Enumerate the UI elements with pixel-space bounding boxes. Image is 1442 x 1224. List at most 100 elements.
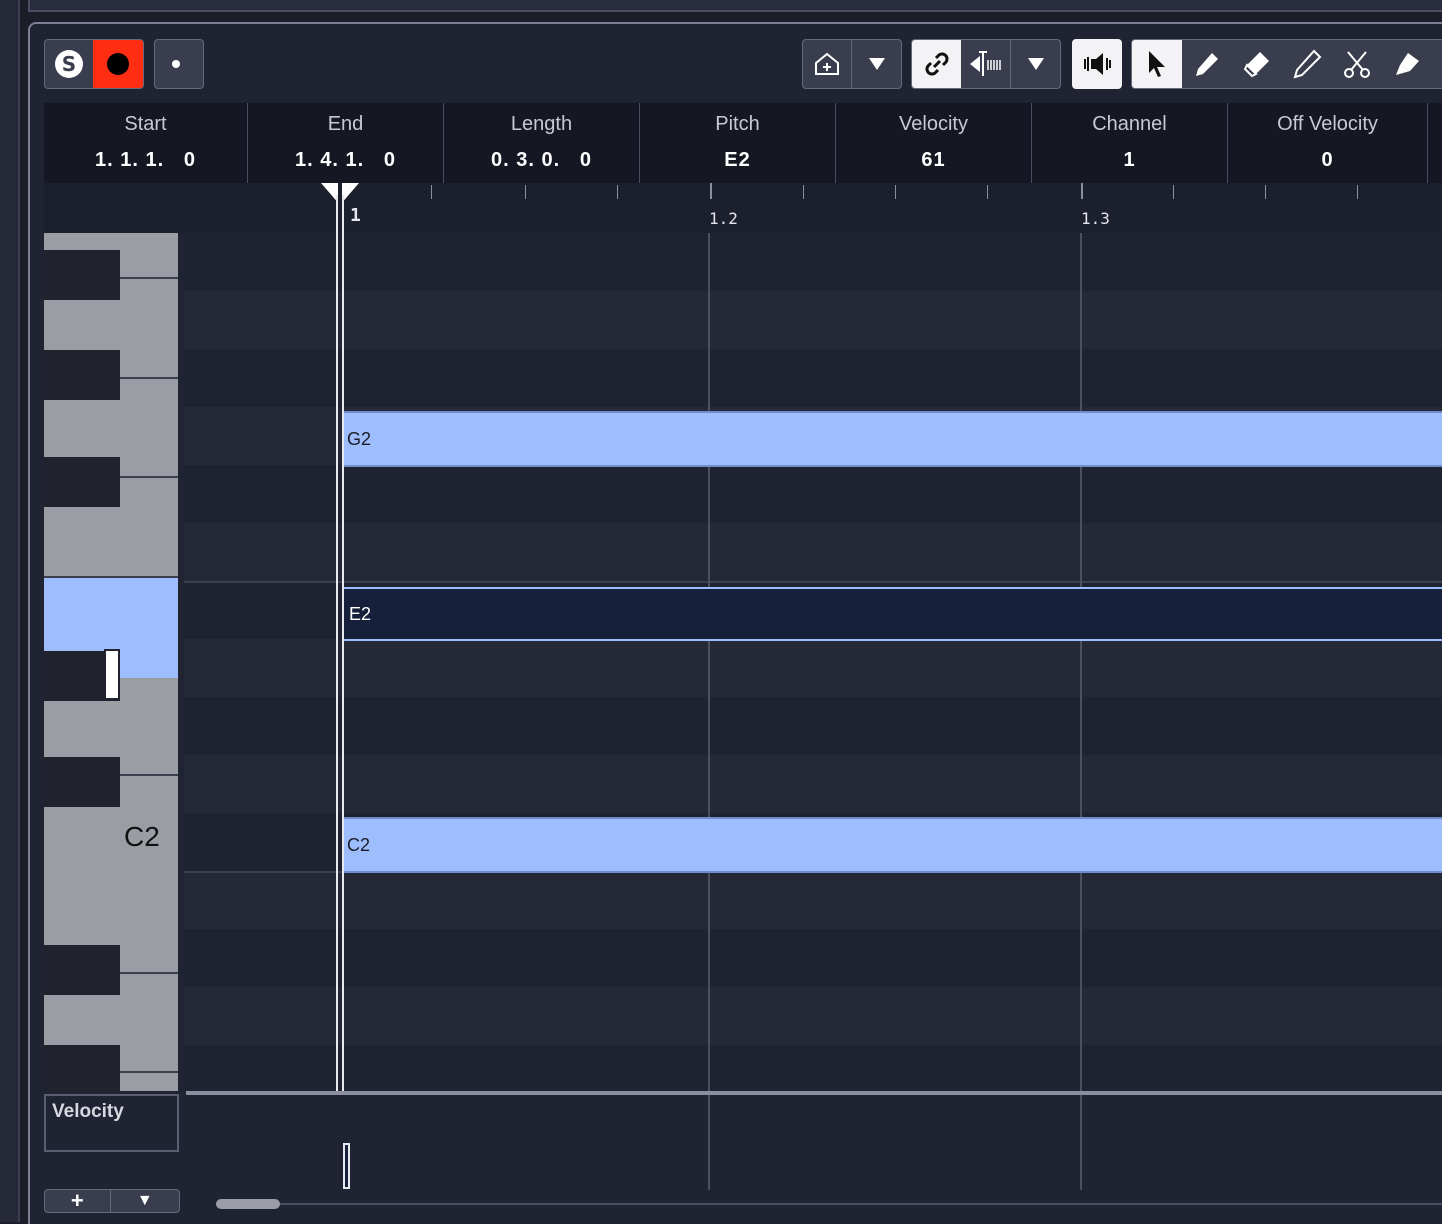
lane-menu-button[interactable]: ▼ — [111, 1190, 179, 1212]
info-velocity[interactable]: Velocity 61 — [836, 103, 1032, 183]
note-grid[interactable]: G2 E2 C2 — [184, 233, 1442, 1091]
ruler-tick — [525, 185, 526, 199]
info-length[interactable]: Length 0. 3. 0. 0 — [444, 103, 640, 183]
ruler-mark-label: 1.2 — [709, 209, 738, 228]
split-icon — [1344, 51, 1370, 78]
ruler-tick — [987, 185, 988, 199]
ruler-tick — [895, 185, 896, 199]
black-key[interactable] — [44, 457, 120, 507]
key-divider — [120, 377, 178, 379]
controller-lane-label-box[interactable]: Velocity — [44, 1094, 179, 1152]
midi-note-c2[interactable]: C2 — [342, 817, 1442, 873]
velocity-lane[interactable] — [184, 1095, 1442, 1190]
snap-icon — [969, 51, 1001, 76]
beat-gridline — [1080, 1095, 1082, 1190]
black-key[interactable] — [44, 1045, 120, 1091]
pitch-lane — [184, 1045, 1442, 1091]
trim-tool[interactable] — [1282, 40, 1332, 88]
home-icon — [815, 52, 839, 75]
pitch-lane — [184, 871, 1442, 931]
midi-note-g2[interactable]: G2 — [342, 411, 1442, 467]
info-end-value[interactable]: 1. 4. 1. 0 — [248, 149, 443, 172]
lane-controls: + ▼ — [44, 1189, 180, 1213]
info-pitch[interactable]: Pitch E2 — [640, 103, 836, 183]
info-end[interactable]: End 1. 4. 1. 0 — [248, 103, 444, 183]
black-key[interactable] — [44, 350, 120, 400]
solo-button[interactable]: S — [45, 40, 94, 88]
trim-icon — [1293, 49, 1322, 79]
horizontal-scroll-track[interactable] — [216, 1203, 1442, 1205]
glue-icon — [1396, 53, 1419, 75]
ruler-tick — [1081, 183, 1083, 199]
black-key[interactable] — [44, 945, 120, 995]
note-label: G2 — [347, 428, 372, 449]
glue-tool[interactable] — [1382, 40, 1432, 88]
info-off-velocity-label: Off Velocity — [1277, 113, 1378, 135]
ruler-tick — [1357, 185, 1358, 199]
beat-gridline — [1080, 233, 1082, 1091]
black-key[interactable] — [44, 250, 120, 300]
octave-label-c2: C2 — [124, 821, 160, 852]
info-channel-value[interactable]: 1 — [1032, 149, 1227, 172]
toolbar-home-button[interactable] — [803, 40, 853, 88]
object-selection-tool[interactable] — [1132, 40, 1182, 88]
velocity-bar[interactable] — [343, 1143, 350, 1189]
monitor-button[interactable] — [154, 39, 204, 89]
info-end-label: End — [327, 113, 364, 135]
acoustic-feedback-button[interactable] — [1072, 39, 1122, 89]
record-dot-icon — [107, 53, 129, 75]
snap-button[interactable] — [961, 40, 1011, 88]
info-start[interactable]: Start 1. 1. 1. 0 — [44, 103, 248, 183]
beat-gridline — [708, 1095, 710, 1190]
solo-s-icon: S — [55, 50, 83, 78]
split-tool[interactable] — [1332, 40, 1382, 88]
key-divider — [120, 1071, 178, 1073]
erase-tool[interactable] — [1232, 40, 1282, 88]
solo-record-group: S — [44, 39, 144, 89]
tool-group — [1131, 39, 1442, 89]
draw-tool[interactable] — [1182, 40, 1232, 88]
black-key[interactable] — [44, 757, 120, 807]
ruler[interactable]: 1 1.2 1.3 — [44, 183, 1442, 233]
ruler-mark-label: 1.3 — [1081, 209, 1110, 228]
home-group — [802, 39, 902, 89]
home-dropdown-button[interactable] — [852, 40, 901, 88]
info-length-label: Length — [510, 113, 573, 135]
beat-gridline — [708, 233, 710, 1091]
link-icon — [925, 52, 948, 76]
pitch-lane — [184, 755, 1442, 813]
link-button[interactable] — [912, 40, 961, 88]
info-line: Start 1. 1. 1. 0 End 1. 4. 1. 0 Length 0… — [44, 103, 1442, 183]
object-selection-icon — [1149, 51, 1165, 77]
piano-keyboard[interactable]: C2 — [44, 233, 178, 1091]
pitch-lane — [184, 987, 1442, 1045]
horizontal-scrollbar-thumb[interactable] — [216, 1199, 280, 1209]
key-divider — [120, 476, 178, 478]
info-off-velocity-value[interactable]: 0 — [1228, 149, 1427, 172]
chevron-down-icon — [868, 58, 885, 70]
ruler-tick — [1173, 185, 1174, 199]
link-group — [911, 39, 1061, 89]
info-pitch-label: Pitch — [715, 113, 760, 135]
midi-note-e2-selected[interactable]: E2 — [342, 587, 1442, 641]
pitch-lane — [184, 233, 1442, 291]
project-cursor[interactable] — [336, 195, 344, 1190]
key-indicator — [104, 649, 120, 700]
ruler-tick — [431, 185, 432, 199]
add-lane-button[interactable]: + — [45, 1190, 111, 1212]
info-pitch-value[interactable]: E2 — [640, 149, 835, 172]
info-length-value[interactable]: 0. 3. 0. 0 — [444, 149, 639, 172]
note-label: C2 — [347, 834, 371, 855]
record-button[interactable] — [93, 40, 143, 88]
pitch-lane — [184, 929, 1442, 987]
snap-dropdown-button[interactable] — [1011, 40, 1060, 88]
ruler-tick — [1265, 185, 1266, 199]
info-start-value[interactable]: 1. 1. 1. 0 — [44, 149, 247, 172]
left-side-panel — [0, 0, 20, 1222]
info-channel[interactable]: Channel 1 — [1032, 103, 1228, 183]
ruler-tick — [617, 185, 618, 199]
pitch-lane — [184, 697, 1442, 755]
ruler-tick — [710, 183, 712, 199]
info-off-velocity[interactable]: Off Velocity 0 — [1228, 103, 1428, 183]
info-velocity-value[interactable]: 61 — [836, 149, 1031, 172]
